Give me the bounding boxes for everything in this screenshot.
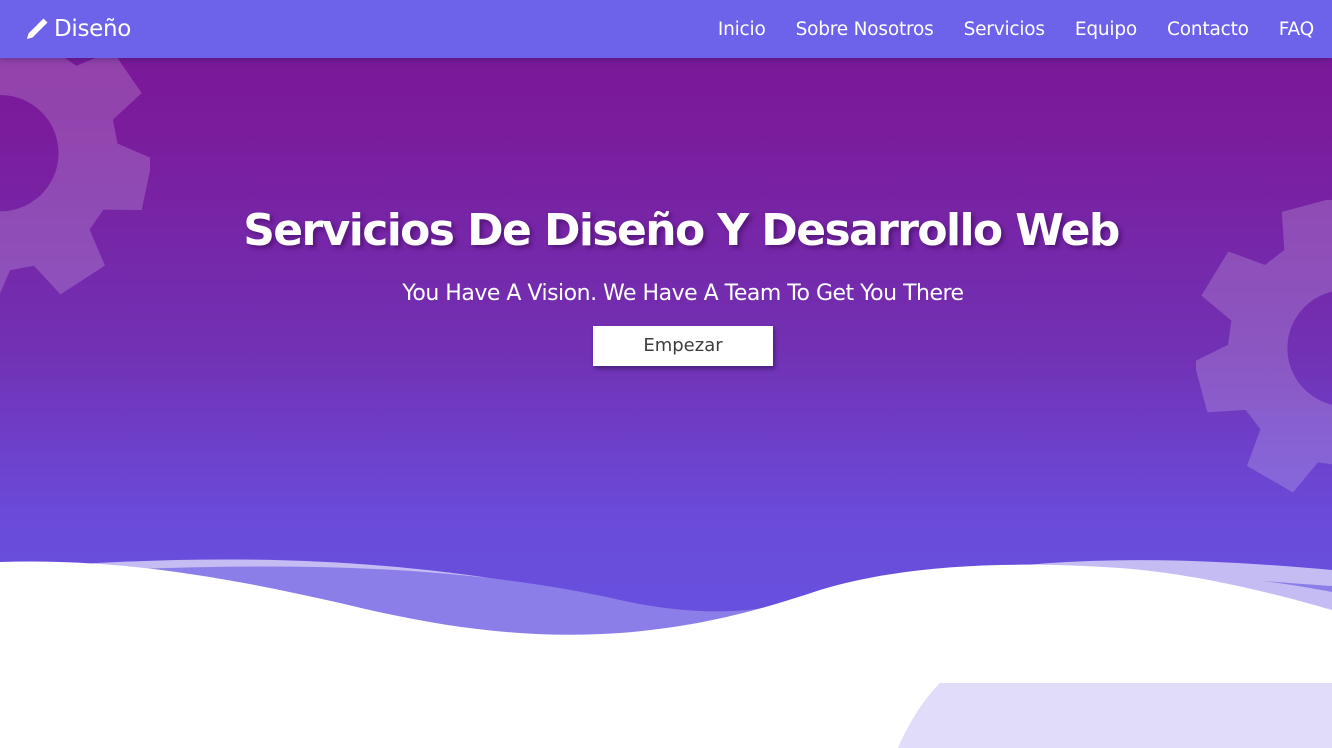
landing-page: Diseño Inicio Sobre Nosotros Servicios E… [0,0,1332,748]
brand-logo[interactable]: Diseño [24,12,131,46]
nav-link-servicios[interactable]: Servicios [964,19,1045,40]
hero-title: Servicios De Diseño Y Desarrollo Web [243,205,1120,256]
nav-link-contacto[interactable]: Contacto [1167,19,1249,40]
get-started-button[interactable]: Empezar [593,326,773,366]
nav-menu: Inicio Sobre Nosotros Servicios Equipo C… [718,0,1314,58]
top-navbar: Diseño Inicio Sobre Nosotros Servicios E… [0,0,1332,58]
nav-link-inicio[interactable]: Inicio [718,19,766,40]
hero-subtitle: You Have A Vision. We Have A Team To Get… [402,281,964,306]
nav-link-faq[interactable]: FAQ [1279,19,1314,40]
pencil-icon [27,18,48,39]
nav-link-sobre-nosotros[interactable]: Sobre Nosotros [796,19,934,40]
brand-name: Diseño [54,16,132,42]
hero-content: Servicios De Diseño Y Desarrollo Web You… [0,0,1332,640]
nav-link-equipo[interactable]: Equipo [1075,19,1137,40]
